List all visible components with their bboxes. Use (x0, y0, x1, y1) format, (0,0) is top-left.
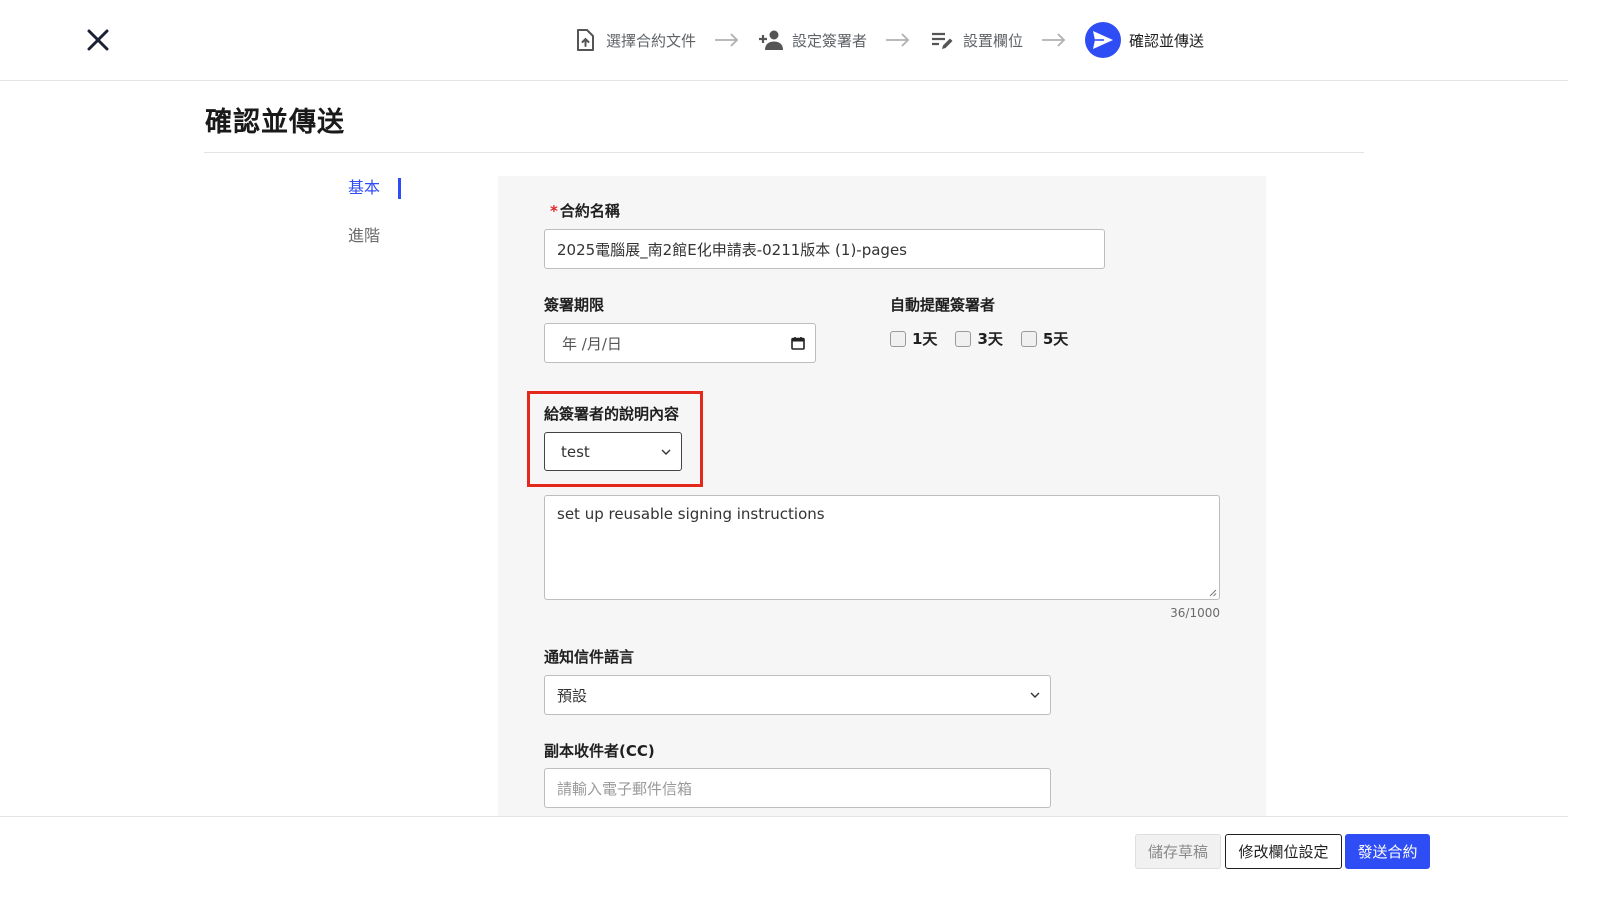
step-set-signers[interactable]: 設定簽署者 (758, 27, 867, 53)
form-panel: * 合約名稱 2025電腦展_南2館E化申請表-0211版本 (1)-pages … (498, 176, 1266, 816)
chevron-down-icon (1030, 692, 1040, 698)
app-root: 選擇合約文件 設定簽署者 設置欄位 確認並傳送 確認並傳送 基本 進階 * 合約… (0, 0, 1568, 902)
close-icon (87, 29, 109, 51)
select-value: 預設 (557, 686, 588, 705)
checkbox-box[interactable] (1020, 330, 1037, 347)
reminder-options: 1天 3天 5天 (890, 328, 1068, 349)
resize-handle-icon[interactable] (1208, 588, 1217, 597)
arrow-right-icon (714, 33, 740, 47)
step-set-fields[interactable]: 設置欄位 (929, 27, 1023, 53)
page-title: 確認並傳送 (205, 107, 345, 138)
bottom-action-bar: 儲存草稿 修改欄位設定 發送合約 (0, 816, 1568, 902)
checkbox-label: 1天 (912, 330, 938, 348)
step-label: 設定簽署者 (792, 31, 868, 50)
checkbox-box[interactable] (890, 330, 906, 347)
nav-item-advanced[interactable]: 進階 (348, 220, 418, 254)
reminder-1-day-checkbox[interactable]: 1天 (890, 328, 937, 349)
contract-name-input[interactable]: 2025電腦展_南2館E化申請表-0211版本 (1)-pages (544, 229, 1105, 269)
step-label: 設置欄位 (963, 31, 1024, 50)
title-divider (204, 152, 1364, 153)
character-counter: 36/1000 (1170, 606, 1220, 620)
checkbox-label: 5天 (1042, 330, 1069, 348)
instructions-template-select[interactable]: test (544, 432, 682, 471)
checkbox-label: 3天 (977, 330, 1003, 348)
step-confirm-send[interactable]: 確認並傳送 (1085, 22, 1204, 58)
step-label: 選擇合約文件 (606, 31, 697, 50)
edit-list-icon (929, 27, 955, 53)
nav-item-basic[interactable]: 基本 (348, 172, 418, 206)
send-contract-button[interactable]: 發送合約 (1345, 834, 1430, 869)
select-value: test (561, 442, 590, 461)
textarea-value: set up reusable signing instructions (557, 505, 825, 523)
instructions-textarea[interactable]: set up reusable signing instructions (544, 495, 1220, 600)
top-header: 選擇合約文件 設定簽署者 設置欄位 確認並傳送 (0, 0, 1568, 81)
language-label: 通知信件語言 (544, 648, 635, 666)
cc-label: 副本收件者(CC) (544, 742, 655, 760)
calendar-icon[interactable] (791, 336, 805, 350)
reminder-label: 自動提醒簽署者 (890, 296, 996, 314)
cc-email-input[interactable]: 請輸入電子郵件信箱 (544, 768, 1051, 808)
deadline-placeholder: 年 /月/日 (562, 334, 622, 353)
reminder-5-day-checkbox[interactable]: 5天 (1020, 328, 1069, 349)
stepper: 選擇合約文件 設定簽署者 設置欄位 確認並傳送 (572, 22, 1204, 58)
instructions-label: 給簽署者的說明內容 (544, 405, 680, 423)
required-marker: * (550, 202, 558, 220)
checkbox-box[interactable] (955, 330, 972, 347)
arrow-right-icon (885, 33, 911, 47)
notification-language-select[interactable]: 預設 (544, 675, 1051, 715)
send-icon (1085, 22, 1122, 58)
add-person-icon (758, 27, 784, 53)
chevron-down-icon (661, 449, 671, 455)
deadline-label: 簽署期限 (544, 296, 605, 314)
deadline-date-input[interactable]: 年 /月/日 (544, 323, 816, 363)
contract-name-label: * 合約名稱 (550, 202, 620, 220)
step-select-document[interactable]: 選擇合約文件 (572, 27, 696, 53)
save-draft-button[interactable]: 儲存草稿 (1135, 834, 1221, 869)
section-nav: 基本 進階 (348, 172, 418, 268)
arrow-right-icon (1041, 33, 1067, 47)
close-button[interactable] (84, 26, 112, 54)
reminder-3-day-checkbox[interactable]: 3天 (955, 328, 1003, 349)
step-label: 確認並傳送 (1129, 31, 1205, 50)
file-upload-icon (572, 27, 598, 53)
edit-fields-button[interactable]: 修改欄位設定 (1225, 834, 1342, 869)
